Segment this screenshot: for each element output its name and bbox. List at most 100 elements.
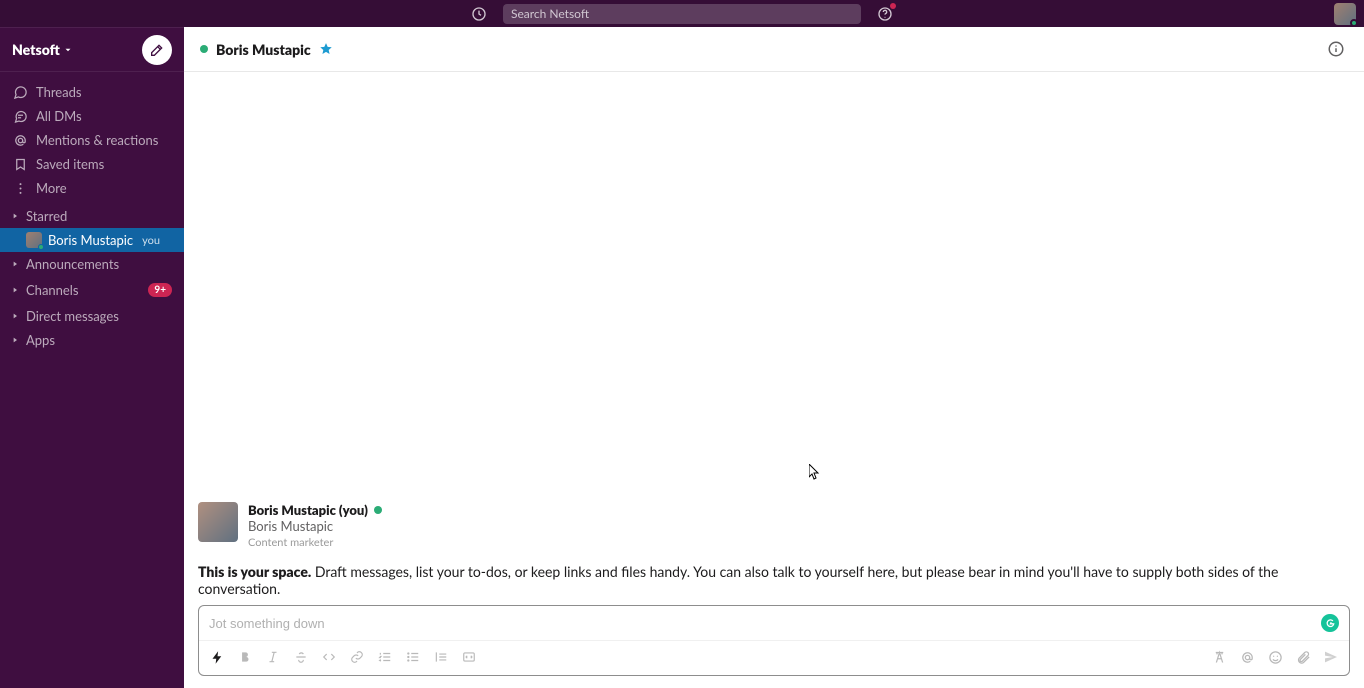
mention-icon <box>13 133 28 148</box>
link-button[interactable] <box>345 645 369 669</box>
nav-mentions[interactable]: Mentions & reactions <box>0 128 184 152</box>
quote-icon <box>434 650 448 664</box>
section-starred[interactable]: Starred <box>0 204 184 228</box>
chevron-down-icon <box>63 45 73 55</box>
send-icon <box>1323 649 1339 665</box>
intro-desc-bold: This is your space. <box>198 563 311 580</box>
workspace-switcher[interactable]: Netsoft <box>12 41 73 58</box>
strike-icon <box>294 650 308 664</box>
intro-name-row: Boris Mustapic (you) <box>248 502 382 518</box>
nav-label: Saved items <box>36 156 104 172</box>
section-label: Channels <box>26 282 78 298</box>
presence-indicator <box>38 244 44 250</box>
code-button[interactable] <box>317 645 341 669</box>
workspace-name: Netsoft <box>12 41 60 58</box>
threads-icon <box>13 85 28 100</box>
text-icon <box>1212 650 1227 665</box>
emoji-button[interactable] <box>1263 645 1287 669</box>
star-button[interactable] <box>319 42 333 56</box>
section-label: Announcements <box>26 256 119 272</box>
grammarly-icon[interactable] <box>1321 614 1339 632</box>
sidebar-item-self-dm[interactable]: Boris Mustapic you <box>0 228 184 252</box>
history-button[interactable] <box>469 4 489 24</box>
intro-display-name: Boris Mustapic <box>248 518 382 536</box>
link-icon <box>350 650 364 664</box>
compose-icon <box>149 42 165 58</box>
composer-area <box>184 605 1364 688</box>
intro-name[interactable]: Boris Mustapic (you) <box>248 502 368 518</box>
chat-body: Boris Mustapic (you) Boris Mustapic Cont… <box>184 72 1364 605</box>
presence-indicator <box>1350 19 1358 27</box>
clock-icon <box>471 6 487 22</box>
sidebar-item-label: Boris Mustapic <box>48 232 133 248</box>
caret-right-icon <box>11 212 19 220</box>
workspace-header: Netsoft <box>0 27 184 72</box>
bookmark-icon <box>13 157 28 172</box>
intro-desc-rest: Draft messages, list your to-dos, or kee… <box>198 563 1278 597</box>
italic-icon <box>266 650 280 664</box>
presence-indicator <box>200 45 208 53</box>
code-icon <box>322 650 336 664</box>
lightning-icon <box>210 650 225 665</box>
details-button[interactable] <box>1324 37 1348 61</box>
composer-toolbar <box>199 640 1349 675</box>
nav-all-dms[interactable]: All DMs <box>0 104 184 128</box>
search-placeholder: Search Netsoft <box>511 6 589 21</box>
presence-indicator <box>374 506 382 514</box>
help-notification-dot <box>890 3 896 9</box>
italic-button[interactable] <box>261 645 285 669</box>
codeblock-button[interactable] <box>457 645 481 669</box>
ordered-list-button[interactable] <box>373 645 397 669</box>
strike-button[interactable] <box>289 645 313 669</box>
main: Boris Mustapic Boris Mustapic (you) <box>184 27 1364 688</box>
shortcuts-button[interactable] <box>205 645 229 669</box>
section-announcements[interactable]: Announcements <box>0 252 184 276</box>
nav-label: All DMs <box>36 108 82 124</box>
caret-right-icon <box>11 312 19 320</box>
attach-button[interactable] <box>1291 645 1315 669</box>
blockquote-button[interactable] <box>429 645 453 669</box>
composer <box>198 605 1350 676</box>
caret-right-icon <box>11 286 19 294</box>
mention-button[interactable] <box>1235 645 1259 669</box>
send-button[interactable] <box>1319 645 1343 669</box>
search-input[interactable]: Search Netsoft <box>503 4 861 24</box>
topbar: Search Netsoft <box>0 0 1364 27</box>
chat-title[interactable]: Boris Mustapic <box>216 41 311 58</box>
dms-icon <box>13 109 28 124</box>
help-button[interactable] <box>875 4 895 24</box>
bullet-list-button[interactable] <box>401 645 425 669</box>
more-icon <box>13 181 28 196</box>
message-input[interactable] <box>209 616 1321 631</box>
emoji-icon <box>1268 650 1283 665</box>
nav-more[interactable]: More <box>0 176 184 200</box>
bullet-list-icon <box>406 650 420 664</box>
nav-label: Threads <box>36 84 82 100</box>
intro-description: This is your space. Draft messages, list… <box>198 563 1350 597</box>
bold-button[interactable] <box>233 645 257 669</box>
star-icon <box>319 42 333 56</box>
caret-right-icon <box>11 260 19 268</box>
section-label: Apps <box>26 332 55 348</box>
section-direct-messages[interactable]: Direct messages <box>0 304 184 328</box>
cursor-icon <box>809 464 821 480</box>
paperclip-icon <box>1296 650 1311 665</box>
nav-threads[interactable]: Threads <box>0 80 184 104</box>
codeblock-icon <box>462 650 476 664</box>
format-toggle[interactable] <box>1207 645 1231 669</box>
chat-header: Boris Mustapic <box>184 27 1364 72</box>
section-apps[interactable]: Apps <box>0 328 184 352</box>
nav-label: More <box>36 180 67 196</box>
nav-list: Threads All DMs Mentions & reactions Sav… <box>0 72 184 204</box>
user-avatar[interactable] <box>1334 3 1356 25</box>
nav-saved[interactable]: Saved items <box>0 152 184 176</box>
section-channels[interactable]: Channels 9+ <box>0 276 184 304</box>
avatar-icon <box>26 232 42 248</box>
info-icon <box>1327 40 1345 58</box>
you-label: you <box>142 234 160 247</box>
section-label: Starred <box>26 208 67 224</box>
sidebar: Netsoft Threads All DMs Mentions & react… <box>0 27 184 688</box>
unread-badge: 9+ <box>148 283 172 297</box>
compose-button[interactable] <box>142 35 172 65</box>
avatar[interactable] <box>198 502 238 542</box>
